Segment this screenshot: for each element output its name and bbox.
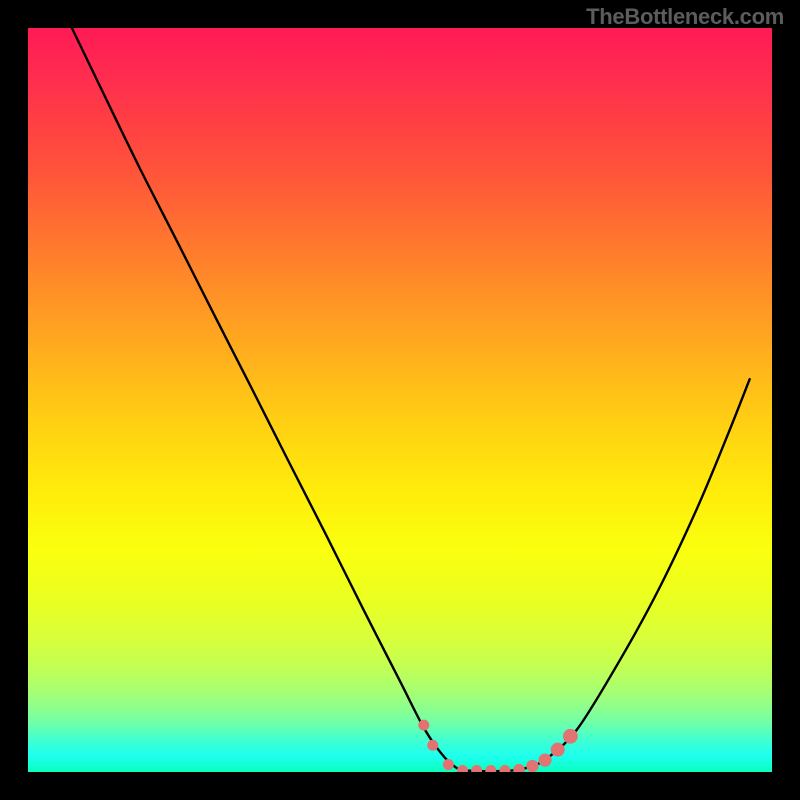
plot-area (28, 28, 772, 772)
chart-frame: TheBottleneck.com (0, 0, 800, 800)
watermark-text: TheBottleneck.com (586, 4, 784, 30)
optimal-range-dots (28, 28, 772, 772)
